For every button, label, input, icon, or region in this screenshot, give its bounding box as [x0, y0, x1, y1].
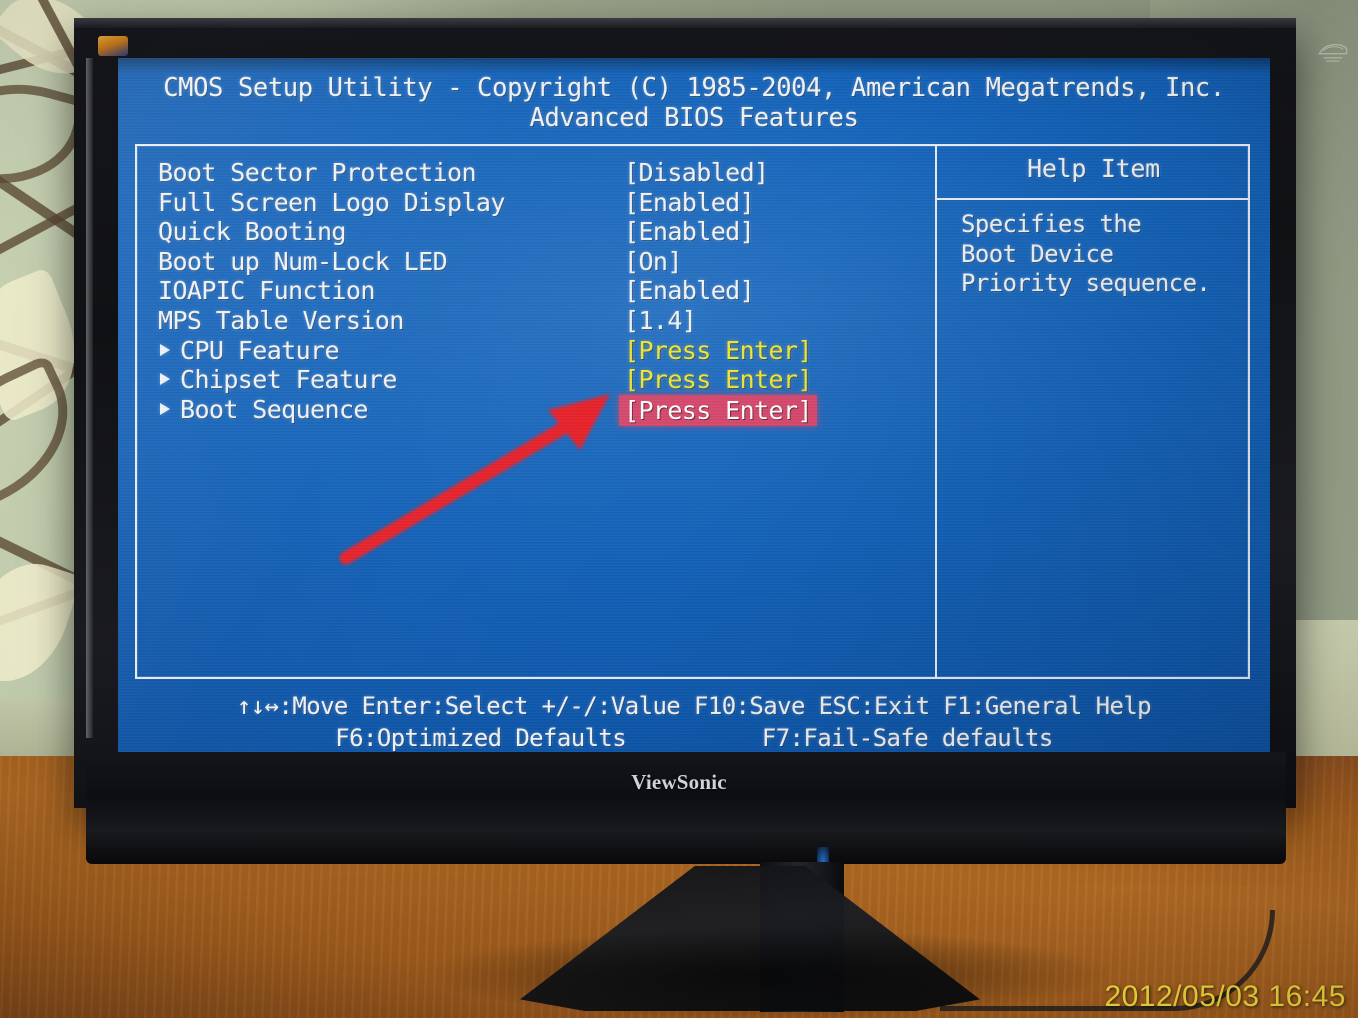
wall-emblem-icon	[1318, 43, 1348, 62]
key-f6-optimized-defaults: F6:Optimized Defaults	[335, 724, 627, 752]
menu-item-value[interactable]: [Disabled]	[624, 158, 769, 187]
submenu-triangle-icon	[160, 402, 170, 415]
bios-settings-menu: Boot Sector Protection [Disabled] Full S…	[158, 158, 928, 426]
menu-item-label: Full Screen Logo Display	[158, 187, 505, 217]
key-legend-line-2: F6:Optimized Defaults F7:Fail-Safe defau…	[118, 722, 1270, 754]
bios-subtitle: Advanced BIOS Features	[529, 103, 859, 133]
help-header-rule	[937, 198, 1250, 200]
menu-item-value[interactable]: [Enabled]	[624, 276, 755, 305]
menu-row-cpu-feature[interactable]: CPU Feature [Press Enter]	[158, 336, 928, 366]
menu-row-quick-booting[interactable]: Quick Booting [Enabled]	[158, 217, 928, 247]
menu-item-value[interactable]: [Enabled]	[624, 188, 755, 217]
menu-row-chipset-feature[interactable]: Chipset Feature [Press Enter]	[158, 365, 928, 395]
submenu-triangle-icon	[160, 373, 170, 386]
menu-item-label: IOAPIC Function	[158, 276, 375, 306]
menu-item-value[interactable]: [1.4]	[624, 306, 697, 335]
menu-item-label: Boot Sequence	[180, 394, 368, 424]
bios-key-legend: ↑↓↔:Move Enter:Select +/-/:Value F10:Sav…	[118, 690, 1270, 754]
menu-item-label: MPS Table Version	[158, 305, 404, 335]
menu-item-value-selected[interactable]: [Press Enter]	[619, 394, 817, 426]
monitor-brand-logo: ViewSonic	[631, 770, 727, 794]
screen-top-shade	[118, 58, 1270, 74]
key-legend-line-1: ↑↓↔:Move Enter:Select +/-/:Value F10:Sav…	[236, 692, 1152, 720]
monitor-bezel-bottom	[86, 752, 1286, 864]
help-line: Priority sequence.	[961, 269, 1211, 297]
bios-title: CMOS Setup Utility - Copyright (C) 1985-…	[163, 73, 1225, 103]
photo-scene: CMOS Setup Utility - Copyright (C) 1985-…	[0, 0, 1358, 1018]
monitor-bezel-left	[86, 58, 93, 738]
menu-item-label: Quick Booting	[158, 217, 346, 247]
menu-item-label: Boot Sector Protection	[158, 158, 477, 187]
menu-item-label: Boot up Num-Lock LED	[158, 246, 448, 276]
help-line: Boot Device	[961, 239, 1114, 268]
menu-item-value[interactable]: [Press Enter]	[624, 365, 812, 394]
monitor-bezel-top	[74, 18, 1296, 28]
menu-item-label: Chipset Feature	[180, 365, 397, 395]
key-f7-fail-safe-defaults: F7:Fail-Safe defaults	[761, 724, 1053, 752]
menu-row-boot-up-num-lock-led[interactable]: Boot up Num-Lock LED [On]	[158, 247, 928, 277]
menu-row-boot-sequence[interactable]: Boot Sequence [Press Enter]	[158, 394, 928, 426]
menu-row-full-screen-logo-display[interactable]: Full Screen Logo Display [Enabled]	[158, 188, 928, 218]
menu-row-boot-sector-protection[interactable]: Boot Sector Protection [Disabled]	[158, 158, 928, 188]
menu-item-value[interactable]: [Enabled]	[624, 217, 755, 246]
panel-divider	[935, 144, 937, 679]
menu-row-mps-table-version[interactable]: MPS Table Version [1.4]	[158, 306, 928, 336]
camera-timestamp: 2012/05/03 16:45	[1104, 980, 1346, 1013]
help-panel-body: Specifies the Boot Device Priority seque…	[961, 210, 1261, 299]
help-line: Specifies the	[961, 210, 1142, 238]
bezel-sticker	[98, 36, 128, 56]
menu-row-ioapic-function[interactable]: IOAPIC Function [Enabled]	[158, 276, 928, 306]
help-panel-title: Help Item	[1027, 154, 1160, 183]
menu-item-label: CPU Feature	[180, 335, 340, 365]
menu-item-value[interactable]: [Press Enter]	[624, 336, 812, 365]
bios-screen: CMOS Setup Utility - Copyright (C) 1985-…	[118, 58, 1270, 758]
menu-item-value[interactable]: [On]	[624, 247, 682, 276]
submenu-triangle-icon	[160, 343, 170, 356]
